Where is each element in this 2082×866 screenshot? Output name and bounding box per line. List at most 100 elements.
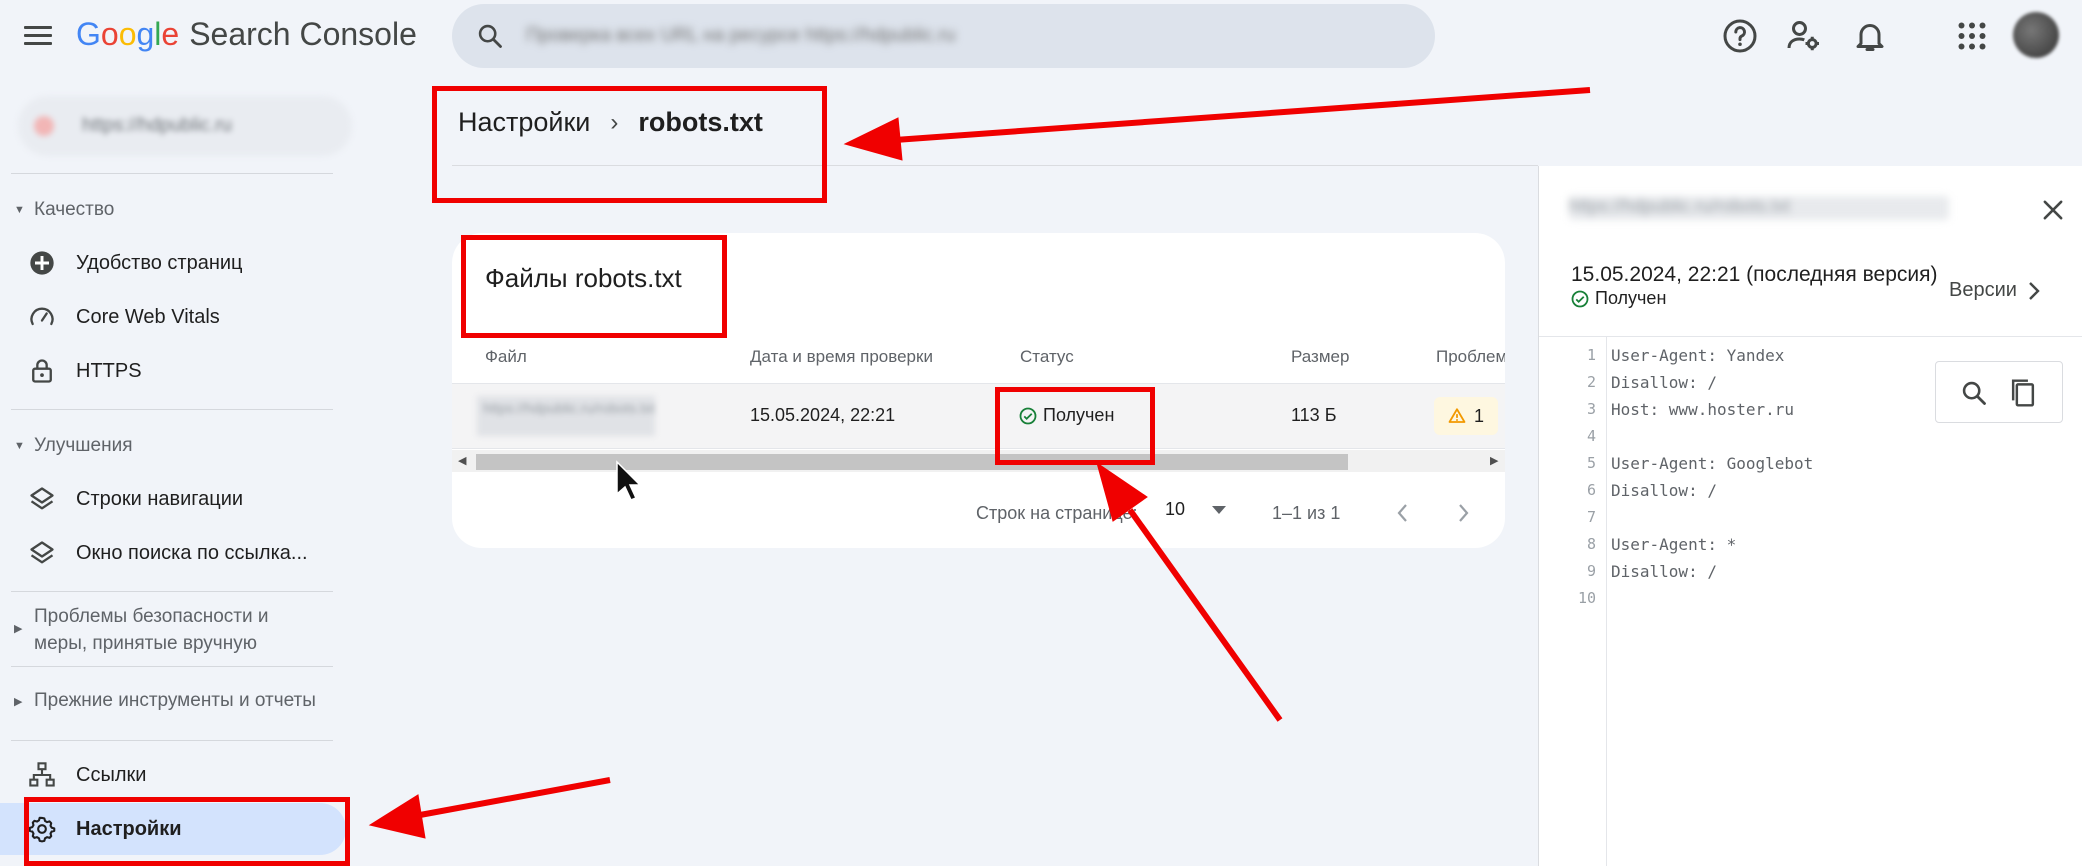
annotation-arrow <box>894 87 1591 143</box>
table-row[interactable]: https://hdpublic.ru/robots.txt 15.05.202… <box>452 383 1505 449</box>
code-line: Host: www.hoster.ru <box>1611 400 1795 419</box>
manage-users-icon[interactable] <box>1786 18 1822 54</box>
robots-details-panel: https://hdpublic.ru/robots.txt 15.05.202… <box>1538 166 2082 866</box>
sidebar-item-https[interactable]: HTTPS <box>0 345 346 397</box>
code-line: User-Agent: * <box>1611 535 1737 554</box>
page-range: 1–1 из 1 <box>1272 503 1341 523</box>
versions-label: Версии <box>1949 279 2017 301</box>
search-bar[interactable] <box>452 4 1435 68</box>
lock-icon <box>32 359 52 383</box>
layers-icon <box>30 487 54 510</box>
line-number: 6 <box>1586 481 1596 499</box>
search-icon[interactable] <box>476 22 504 50</box>
column-header-size[interactable]: Размер <box>1291 347 1349 367</box>
scrollbar-thumb[interactable] <box>476 454 1348 470</box>
avatar[interactable] <box>2013 12 2059 58</box>
annotation-box-settings <box>24 797 350 866</box>
divider <box>11 666 333 667</box>
line-number: 10 <box>1577 589 1596 607</box>
links-icon <box>29 762 55 787</box>
section-quality[interactable]: ▼ Качество <box>14 199 114 221</box>
product-name: Search Console <box>189 16 417 52</box>
layers-icon <box>30 541 54 564</box>
line-number: 7 <box>1586 508 1596 526</box>
next-page-icon[interactable] <box>1452 500 1474 526</box>
column-header-file[interactable]: Файл <box>485 347 527 367</box>
code-line: Disallow: / <box>1611 562 1717 581</box>
annotation-box-card-title <box>461 235 727 338</box>
divider <box>11 173 333 174</box>
main-menu-icon[interactable] <box>22 22 54 50</box>
section-legacy[interactable]: ▶ Прежние инструменты и отчеты <box>14 690 316 712</box>
property-selector[interactable]: https://hdpublic.ru <box>18 96 352 156</box>
line-number: 4 <box>1586 427 1596 445</box>
check-circle-icon <box>1571 290 1589 307</box>
search-icon[interactable] <box>1960 379 1988 407</box>
scroll-left-icon[interactable]: ◀ <box>458 454 466 467</box>
logo[interactable]: Google Search Console <box>76 16 417 53</box>
code-toolbar <box>1935 361 2063 423</box>
dropdown-arrow-icon <box>1212 505 1227 514</box>
logo-letter: e <box>161 16 180 52</box>
annotation-arrowhead <box>843 117 903 161</box>
problems-badge[interactable]: 1 <box>1434 397 1498 435</box>
property-url: https://hdpublic.ru <box>82 115 232 136</box>
line-number-gutter: 1 2 3 4 5 6 7 8 9 10 <box>1539 337 1607 866</box>
divider <box>11 740 333 741</box>
sidebar-item-core-web-vitals[interactable]: Core Web Vitals <box>0 291 346 343</box>
scroll-right-icon[interactable]: ▶ <box>1490 454 1498 467</box>
rows-per-page-select[interactable]: 10 <box>1165 499 1227 520</box>
code-line: User-Agent: Yandex <box>1611 346 1785 365</box>
column-header-checked[interactable]: Дата и время проверки <box>750 347 933 367</box>
expand-arrow-icon: ▶ <box>14 623 23 635</box>
property-favicon-icon <box>34 116 54 136</box>
size-cell: 113 Б <box>1291 405 1337 425</box>
line-number: 1 <box>1586 346 1596 364</box>
line-number: 3 <box>1586 400 1596 418</box>
close-icon[interactable] <box>2039 196 2067 224</box>
logo-letter: o <box>118 16 137 52</box>
logo-letter: g <box>136 16 155 52</box>
line-number: 5 <box>1586 454 1596 472</box>
chevron-right-icon <box>2029 281 2040 300</box>
file-url-cell[interactable]: https://hdpublic.ru/robots.txt <box>477 396 655 436</box>
search-input[interactable] <box>526 18 1406 54</box>
divider <box>11 591 333 592</box>
divider <box>11 409 333 410</box>
sidebar-item-breadcrumbs[interactable]: Строки навигации <box>0 473 346 525</box>
sidebar-item-label: Окно поиска по ссылка... <box>76 541 308 564</box>
rows-per-page-label: Строк на странице: <box>976 503 1138 523</box>
warning-icon <box>1448 408 1466 423</box>
section-enhancements[interactable]: ▼ Улучшения <box>14 435 133 457</box>
notifications-icon[interactable] <box>1852 18 1888 54</box>
section-security[interactable]: ▶ Проблемы безопасности и меры, принятые в… <box>14 603 268 657</box>
sidebar-item-label: Удобство страниц <box>76 251 243 274</box>
previous-page-icon[interactable] <box>1392 500 1414 526</box>
annotation-box-status <box>995 387 1155 465</box>
copy-icon[interactable] <box>2008 377 2038 409</box>
column-header-problems[interactable]: Проблем <box>1436 347 1505 367</box>
sidebar-item-label: Ссылки <box>76 763 147 786</box>
logo-letter: G <box>76 16 101 52</box>
sidebar-item-links[interactable]: Ссылки <box>0 749 346 801</box>
panel-status: Получен <box>1571 288 1666 309</box>
horizontal-scrollbar[interactable]: ◀ ▶ <box>452 450 1505 472</box>
speed-gauge-icon <box>30 307 54 326</box>
collapse-arrow-icon: ▼ <box>14 204 25 216</box>
apps-icon[interactable] <box>1954 18 1990 54</box>
code-line: Disallow: / <box>1611 373 1717 392</box>
versions-button[interactable]: Версии <box>1949 279 2041 302</box>
sidebar-item-sitelinks-searchbox[interactable]: Окно поиска по ссылка... <box>0 527 346 579</box>
sidebar-item-page-experience[interactable]: Удобство страниц <box>0 237 346 289</box>
panel-status-label: Получен <box>1595 288 1667 308</box>
line-number: 9 <box>1586 562 1596 580</box>
version-date: 15.05.2024, 22:21 (последняя версия) <box>1571 263 1938 286</box>
logo-letter: o <box>100 16 119 52</box>
help-icon[interactable] <box>1722 18 1758 54</box>
annotation-arrowhead <box>368 794 426 839</box>
page-experience-icon <box>30 251 54 275</box>
sidebar-item-label: HTTPS <box>76 359 142 382</box>
annotation-arrow <box>419 777 611 818</box>
divider <box>1539 336 2082 337</box>
column-header-status[interactable]: Статус <box>1020 347 1074 367</box>
